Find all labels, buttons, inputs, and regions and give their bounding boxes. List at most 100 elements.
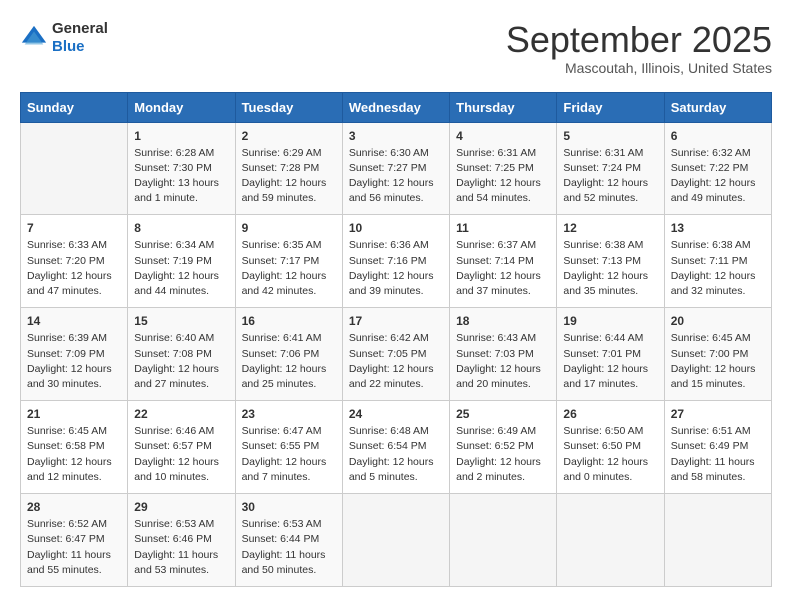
day-info: Sunrise: 6:51 AMSunset: 6:49 PMDaylight:… — [671, 424, 765, 485]
day-info: Sunrise: 6:36 AMSunset: 7:16 PMDaylight:… — [349, 238, 443, 299]
day-info: Sunrise: 6:40 AMSunset: 7:08 PMDaylight:… — [134, 331, 228, 392]
calendar-cell: 3 Sunrise: 6:30 AMSunset: 7:27 PMDaylight… — [342, 122, 449, 215]
day-info: Sunrise: 6:28 AMSunset: 7:30 PMDaylight:… — [134, 146, 228, 207]
day-number: 22 — [134, 407, 228, 421]
day-info: Sunrise: 6:34 AMSunset: 7:19 PMDaylight:… — [134, 238, 228, 299]
calendar-cell: 2 Sunrise: 6:29 AMSunset: 7:28 PMDaylight… — [235, 122, 342, 215]
day-number: 11 — [456, 221, 550, 235]
day-number: 27 — [671, 407, 765, 421]
day-number: 15 — [134, 314, 228, 328]
day-number: 26 — [563, 407, 657, 421]
calendar-week-5: 28 Sunrise: 6:52 AMSunset: 6:47 PMDayligh… — [21, 494, 772, 587]
day-number: 1 — [134, 129, 228, 143]
day-info: Sunrise: 6:37 AMSunset: 7:14 PMDaylight:… — [456, 238, 550, 299]
calendar-cell — [557, 494, 664, 587]
calendar-cell: 20 Sunrise: 6:45 AMSunset: 7:00 PMDayligh… — [664, 308, 771, 401]
calendar-header-wednesday: Wednesday — [342, 92, 449, 122]
logo-blue-text: Blue — [52, 38, 108, 56]
day-info: Sunrise: 6:50 AMSunset: 6:50 PMDaylight:… — [563, 424, 657, 485]
day-number: 25 — [456, 407, 550, 421]
day-number: 20 — [671, 314, 765, 328]
day-number: 18 — [456, 314, 550, 328]
day-number: 3 — [349, 129, 443, 143]
day-info: Sunrise: 6:35 AMSunset: 7:17 PMDaylight:… — [242, 238, 336, 299]
page-header: General Blue September 2025 Mascoutah, I… — [20, 20, 772, 76]
day-number: 30 — [242, 500, 336, 514]
calendar-cell: 9 Sunrise: 6:35 AMSunset: 7:17 PMDaylight… — [235, 215, 342, 308]
calendar-header-thursday: Thursday — [450, 92, 557, 122]
calendar-cell: 12 Sunrise: 6:38 AMSunset: 7:13 PMDayligh… — [557, 215, 664, 308]
day-number: 21 — [27, 407, 121, 421]
day-number: 12 — [563, 221, 657, 235]
calendar-week-2: 7Sunrise: 6:33 AMSunset: 7:20 PMDaylight… — [21, 215, 772, 308]
day-info: Sunrise: 6:42 AMSunset: 7:05 PMDaylight:… — [349, 331, 443, 392]
calendar-cell: 11 Sunrise: 6:37 AMSunset: 7:14 PMDayligh… — [450, 215, 557, 308]
day-info: Sunrise: 6:53 AMSunset: 6:46 PMDaylight:… — [134, 517, 228, 578]
day-number: 9 — [242, 221, 336, 235]
calendar-cell: 8 Sunrise: 6:34 AMSunset: 7:19 PMDaylight… — [128, 215, 235, 308]
calendar-cell: 19Sunrise: 6:44 AMSunset: 7:01 PMDayligh… — [557, 308, 664, 401]
day-info: Sunrise: 6:48 AMSunset: 6:54 PMDaylight:… — [349, 424, 443, 485]
calendar-header-sunday: Sunday — [21, 92, 128, 122]
calendar-cell: 25 Sunrise: 6:49 AMSunset: 6:52 PMDayligh… — [450, 401, 557, 494]
day-info: Sunrise: 6:53 AMSunset: 6:44 PMDaylight:… — [242, 517, 336, 578]
calendar-header-row: SundayMondayTuesdayWednesdayThursdayFrid… — [21, 92, 772, 122]
day-info: Sunrise: 6:32 AMSunset: 7:22 PMDaylight:… — [671, 146, 765, 207]
calendar-cell: 5Sunrise: 6:31 AMSunset: 7:24 PMDaylight… — [557, 122, 664, 215]
calendar-cell: 26 Sunrise: 6:50 AMSunset: 6:50 PMDayligh… — [557, 401, 664, 494]
day-info: Sunrise: 6:49 AMSunset: 6:52 PMDaylight:… — [456, 424, 550, 485]
calendar-cell: 27 Sunrise: 6:51 AMSunset: 6:49 PMDayligh… — [664, 401, 771, 494]
day-number: 13 — [671, 221, 765, 235]
day-info: Sunrise: 6:41 AMSunset: 7:06 PMDaylight:… — [242, 331, 336, 392]
day-info: Sunrise: 6:43 AMSunset: 7:03 PMDaylight:… — [456, 331, 550, 392]
calendar-header-friday: Friday — [557, 92, 664, 122]
day-info: Sunrise: 6:47 AMSunset: 6:55 PMDaylight:… — [242, 424, 336, 485]
calendar-cell: 7Sunrise: 6:33 AMSunset: 7:20 PMDaylight… — [21, 215, 128, 308]
calendar-body: 1 Sunrise: 6:28 AMSunset: 7:30 PMDaylight… — [21, 122, 772, 586]
day-info: Sunrise: 6:45 AMSunset: 6:58 PMDaylight:… — [27, 424, 121, 485]
day-info: Sunrise: 6:38 AMSunset: 7:13 PMDaylight:… — [563, 238, 657, 299]
calendar-cell: 24 Sunrise: 6:48 AMSunset: 6:54 PMDayligh… — [342, 401, 449, 494]
day-number: 6 — [671, 129, 765, 143]
day-info: Sunrise: 6:46 AMSunset: 6:57 PMDaylight:… — [134, 424, 228, 485]
day-info: Sunrise: 6:39 AMSunset: 7:09 PMDaylight:… — [27, 331, 121, 392]
calendar-cell: 17Sunrise: 6:42 AMSunset: 7:05 PMDayligh… — [342, 308, 449, 401]
logo: General Blue — [20, 20, 108, 56]
day-number: 2 — [242, 129, 336, 143]
day-number: 4 — [456, 129, 550, 143]
title-area: September 2025 Mascoutah, Illinois, Unit… — [506, 20, 772, 76]
day-info: Sunrise: 6:31 AMSunset: 7:25 PMDaylight:… — [456, 146, 550, 207]
day-info: Sunrise: 6:29 AMSunset: 7:28 PMDaylight:… — [242, 146, 336, 207]
calendar-cell: 4 Sunrise: 6:31 AMSunset: 7:25 PMDaylight… — [450, 122, 557, 215]
calendar-header-monday: Monday — [128, 92, 235, 122]
month-title: September 2025 — [506, 20, 772, 60]
day-number: 28 — [27, 500, 121, 514]
calendar-cell: 30 Sunrise: 6:53 AMSunset: 6:44 PMDayligh… — [235, 494, 342, 587]
day-number: 8 — [134, 221, 228, 235]
day-number: 23 — [242, 407, 336, 421]
calendar-cell: 16Sunrise: 6:41 AMSunset: 7:06 PMDayligh… — [235, 308, 342, 401]
calendar-cell: 23 Sunrise: 6:47 AMSunset: 6:55 PMDayligh… — [235, 401, 342, 494]
calendar-cell: 22 Sunrise: 6:46 AMSunset: 6:57 PMDayligh… — [128, 401, 235, 494]
location-text: Mascoutah, Illinois, United States — [506, 60, 772, 76]
calendar-cell — [21, 122, 128, 215]
calendar-cell: 10Sunrise: 6:36 AMSunset: 7:16 PMDayligh… — [342, 215, 449, 308]
calendar-cell — [664, 494, 771, 587]
calendar-cell: 6 Sunrise: 6:32 AMSunset: 7:22 PMDaylight… — [664, 122, 771, 215]
day-info: Sunrise: 6:45 AMSunset: 7:00 PMDaylight:… — [671, 331, 765, 392]
calendar-cell: 14Sunrise: 6:39 AMSunset: 7:09 PMDayligh… — [21, 308, 128, 401]
logo-general-text: General — [52, 20, 108, 38]
calendar-cell: 18 Sunrise: 6:43 AMSunset: 7:03 PMDayligh… — [450, 308, 557, 401]
calendar-cell: 21 Sunrise: 6:45 AMSunset: 6:58 PMDayligh… — [21, 401, 128, 494]
calendar-cell: 29Sunrise: 6:53 AMSunset: 6:46 PMDayligh… — [128, 494, 235, 587]
calendar-cell — [342, 494, 449, 587]
day-number: 24 — [349, 407, 443, 421]
day-info: Sunrise: 6:44 AMSunset: 7:01 PMDaylight:… — [563, 331, 657, 392]
day-info: Sunrise: 6:52 AMSunset: 6:47 PMDaylight:… — [27, 517, 121, 578]
calendar-week-1: 1 Sunrise: 6:28 AMSunset: 7:30 PMDaylight… — [21, 122, 772, 215]
day-number: 5 — [563, 129, 657, 143]
day-info: Sunrise: 6:30 AMSunset: 7:27 PMDaylight:… — [349, 146, 443, 207]
logo-icon — [20, 24, 48, 52]
calendar-header-tuesday: Tuesday — [235, 92, 342, 122]
calendar-cell: 1 Sunrise: 6:28 AMSunset: 7:30 PMDaylight… — [128, 122, 235, 215]
